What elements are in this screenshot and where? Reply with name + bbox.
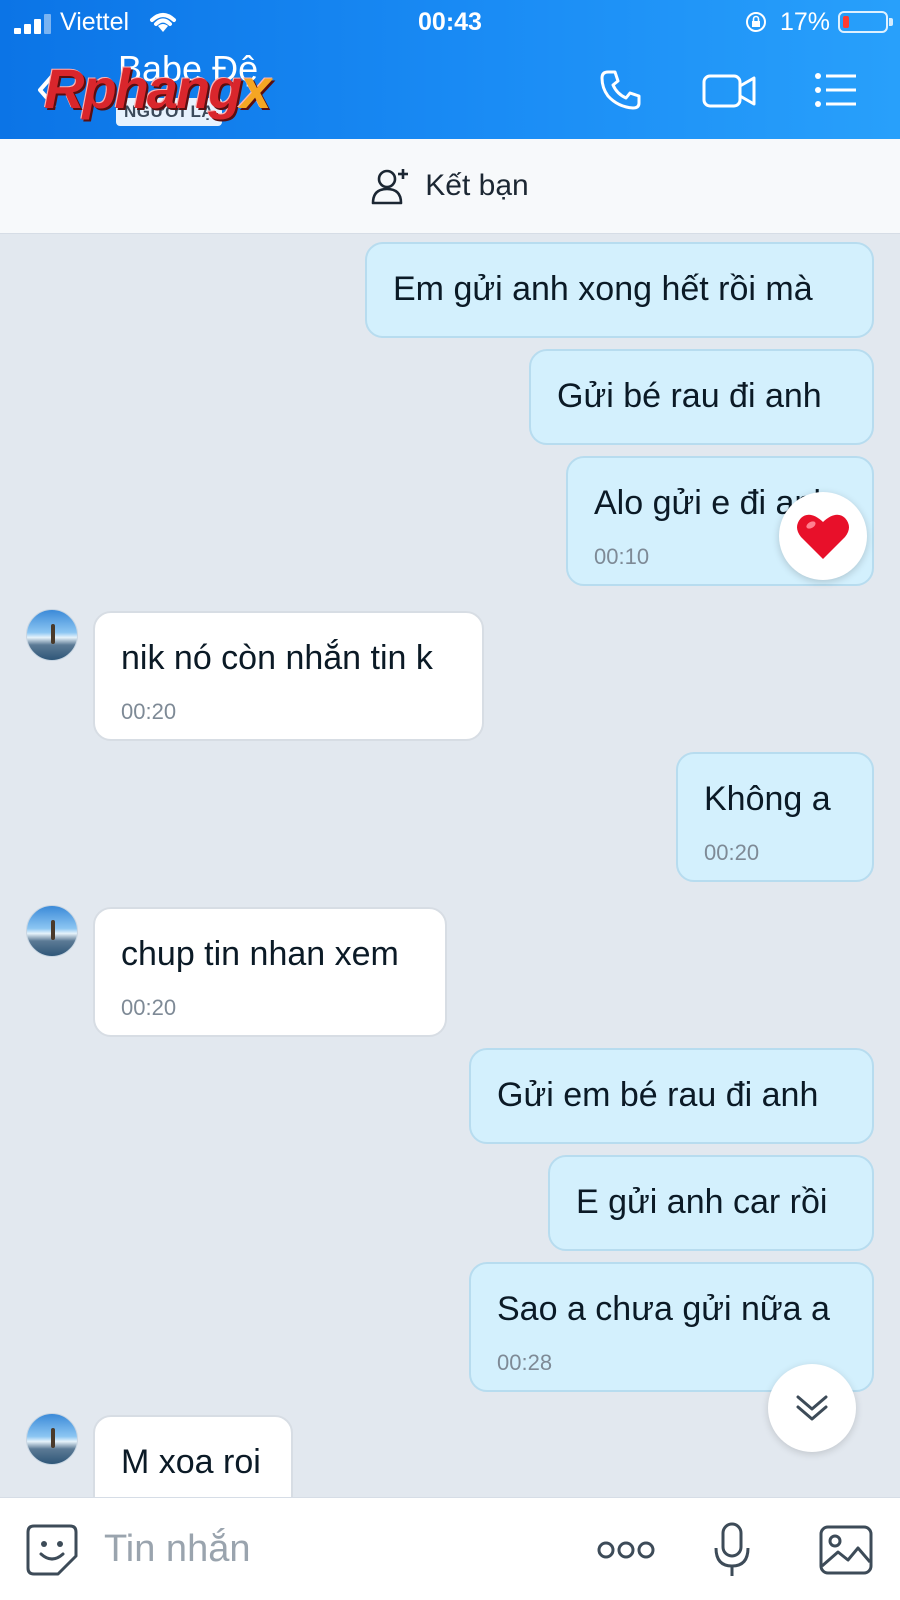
microphone-icon[interactable] — [712, 1520, 752, 1580]
scroll-to-bottom-button[interactable] — [768, 1364, 856, 1452]
avatar[interactable] — [26, 609, 78, 661]
phone-icon[interactable] — [596, 66, 648, 114]
message-text: E gửi anh car rồi — [576, 1183, 828, 1221]
message-bubble[interactable]: Gửi em bé rau đi anh — [469, 1048, 874, 1144]
back-icon[interactable] — [30, 68, 64, 112]
battery-icon — [838, 11, 893, 33]
message-input[interactable]: Tin nhắn — [104, 1528, 250, 1571]
message-text: Em gửi anh xong hết rồi mà — [393, 270, 813, 308]
message-text: Gửi bé rau đi anh — [557, 377, 822, 415]
stranger-badge: NGƯỜI LẠ — [116, 98, 223, 126]
menu-list-icon[interactable] — [812, 66, 860, 114]
more-icon[interactable] — [596, 1538, 656, 1562]
avatar[interactable] — [26, 905, 78, 957]
message-text: Sao a chưa gửi nữa a — [497, 1290, 830, 1328]
message-text: chup tin nhan xem — [121, 935, 399, 973]
message-bubble[interactable]: Gửi bé rau đi anh — [529, 349, 874, 445]
add-friend-icon — [371, 169, 409, 205]
message-time: 00:28 — [497, 1350, 553, 1375]
message-bubble[interactable]: Em gửi anh xong hết rồi mà — [365, 242, 874, 338]
battery-percent: 17% — [780, 8, 831, 36]
add-friend-label: Kết bạn — [425, 169, 529, 202]
status-bar: Viettel 00:43 17% — [0, 0, 900, 44]
heart-icon — [797, 514, 849, 559]
message-text: M xoa roi — [121, 1443, 261, 1481]
video-call-icon[interactable] — [702, 66, 758, 114]
add-friend-bar[interactable]: Kết bạn — [0, 139, 900, 234]
double-chevron-down-icon — [796, 1395, 828, 1421]
message-text: nik nó còn nhắn tin k — [121, 639, 433, 677]
message-time: 00:20 — [704, 840, 760, 865]
message-text: Không a — [704, 780, 831, 818]
message-time: 00:20 — [121, 995, 177, 1020]
top-bar: Viettel 00:43 17% Babe Đệ NGƯỜI LẠ Rphan… — [0, 0, 900, 139]
sticker-icon[interactable] — [24, 1522, 80, 1578]
avatar[interactable] — [26, 1413, 78, 1465]
message-time: 00:20 — [121, 699, 177, 724]
message-bubble[interactable]: E gửi anh car rồi — [548, 1155, 874, 1251]
message-input-bar: Tin nhắn — [0, 1497, 900, 1600]
message-bubble[interactable]: nik nó còn nhắn tin k 00:20 — [93, 611, 484, 741]
heart-reaction[interactable] — [779, 492, 867, 580]
contact-name[interactable]: Babe Đệ — [118, 48, 258, 90]
image-icon[interactable] — [818, 1524, 874, 1576]
message-bubble[interactable]: Không a 00:20 — [676, 752, 874, 882]
message-text: Gửi em bé rau đi anh — [497, 1076, 819, 1114]
message-time: 00:10 — [594, 544, 650, 569]
message-bubble[interactable]: chup tin nhan xem 00:20 — [93, 907, 447, 1037]
rotation-lock-icon — [746, 12, 766, 32]
